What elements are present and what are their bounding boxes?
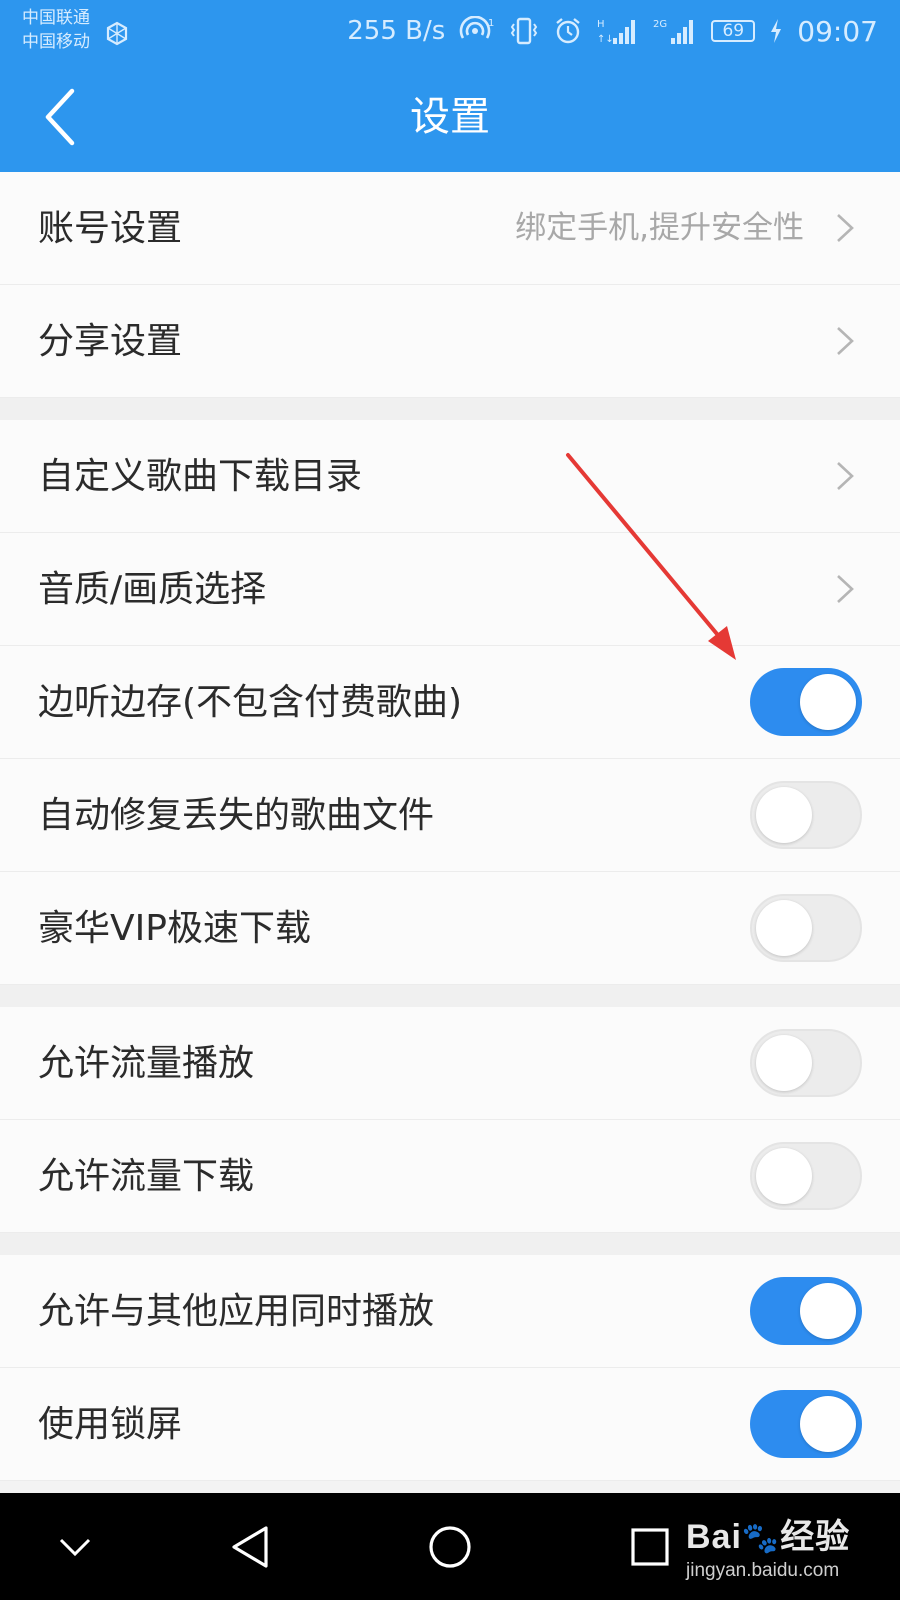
baidu-jingyan-watermark: Bai🐾经验 jingyan.baidu.com — [686, 1509, 850, 1582]
toggle-knob — [756, 787, 812, 843]
collapse-nav-button[interactable] — [25, 1493, 125, 1600]
chevron-right-icon — [837, 575, 854, 603]
setting-label: 允许流量播放 — [38, 1043, 255, 1084]
setting-row-mobile-data-play: 允许流量播放 — [0, 1007, 900, 1120]
watermark-url: jingyan.baidu.com — [686, 1560, 840, 1581]
setting-row-lock-screen: 使用锁屏 — [0, 1368, 900, 1481]
group-separator — [0, 398, 900, 420]
carrier-info: 中国联通 中国移动 — [22, 6, 90, 54]
group-separator — [0, 1233, 900, 1255]
setting-row-quality[interactable]: 音质/画质选择 — [0, 533, 900, 646]
chevron-right-icon — [837, 327, 854, 355]
setting-label: 分享设置 — [38, 321, 183, 362]
paw-icon: 🐾 — [741, 1522, 781, 1555]
settings-screen: 中国联通 中国移动 255 B/s 1 H ↑↓ 2G 69 09:07 设置 … — [0, 0, 900, 1600]
toggle-knob — [756, 1148, 812, 1204]
setting-row-mobile-data-download: 允许流量下载 — [0, 1120, 900, 1233]
carrier-2: 中国移动 — [22, 32, 90, 52]
watermark-brand: Bai🐾经验 — [686, 1509, 850, 1558]
setting-row-mix-with-others: 允许与其他应用同时播放 — [0, 1255, 900, 1368]
home-circle-icon — [429, 1525, 471, 1568]
toggle-knob — [800, 674, 856, 730]
setting-row-share[interactable]: 分享设置 — [0, 285, 900, 398]
charging-icon — [769, 18, 783, 44]
back-triangle-icon — [232, 1525, 268, 1568]
svg-text:2G: 2G — [653, 19, 667, 30]
network-speed: 255 B/s — [347, 16, 446, 46]
status-bar: 中国联通 中国移动 255 B/s 1 H ↑↓ 2G 69 09:07 — [0, 0, 900, 62]
setting-label: 允许与其他应用同时播放 — [38, 1291, 435, 1332]
setting-label: 豪华VIP极速下载 — [38, 908, 311, 949]
toggle-switch[interactable] — [750, 1390, 862, 1458]
battery-icon: 69 — [711, 20, 756, 42]
recents-nav-button[interactable] — [600, 1493, 700, 1600]
page-title: 设置 — [410, 94, 490, 140]
toggle-switch[interactable] — [750, 1277, 862, 1345]
setting-label: 音质/画质选择 — [38, 569, 267, 610]
setting-row-account[interactable]: 账号设置 绑定手机,提升安全性 — [0, 172, 900, 285]
watermark-brand-suffix: 经验 — [780, 1518, 851, 1556]
setting-label: 账号设置 — [38, 208, 183, 249]
setting-row-auto-repair: 自动修复丢失的歌曲文件 — [0, 759, 900, 872]
chevron-right-icon — [837, 462, 854, 490]
toggle-knob — [756, 1035, 812, 1091]
signal-4g-icon: H ↑↓ — [597, 16, 639, 46]
toggle-switch[interactable] — [750, 1142, 862, 1210]
setting-row-vip-download: 豪华VIP极速下载 — [0, 872, 900, 985]
alarm-icon — [553, 16, 583, 46]
svg-text:1: 1 — [488, 18, 494, 29]
setting-label: 自定义歌曲下载目录 — [38, 456, 363, 497]
vibrate-icon — [509, 16, 539, 46]
toggle-knob — [800, 1396, 856, 1452]
status-icons: 255 B/s 1 H ↑↓ 2G 69 09:07 — [347, 12, 878, 50]
header-bar: 设置 — [0, 62, 900, 172]
carrier-1: 中国联通 — [22, 8, 90, 28]
settings-list: 账号设置 绑定手机,提升安全性 分享设置 自定义歌曲下载目录 音质/画质选择 边… — [0, 172, 900, 1481]
battery-level: 69 — [722, 21, 745, 41]
toggle-switch[interactable] — [750, 781, 862, 849]
chevron-right-icon — [837, 214, 854, 242]
setting-label: 允许流量下载 — [38, 1156, 255, 1197]
setting-label: 边听边存(不包含付费歌曲) — [38, 682, 463, 723]
toggle-switch[interactable] — [750, 894, 862, 962]
back-nav-button[interactable] — [200, 1493, 300, 1600]
group-separator — [0, 985, 900, 1007]
setting-hint: 绑定手机,提升安全性 — [515, 210, 804, 246]
setting-label: 自动修复丢失的歌曲文件 — [38, 795, 435, 836]
toggle-switch[interactable] — [750, 1029, 862, 1097]
system-nav-bar: Bai🐾经验 jingyan.baidu.com — [0, 1493, 900, 1600]
collapse-chevron-icon — [59, 1538, 91, 1556]
toggle-switch[interactable] — [750, 668, 862, 736]
wifi-hotspot-icon: 1 — [459, 16, 495, 46]
clock: 09:07 — [797, 14, 878, 48]
signal-2g-icon: 2G — [653, 16, 697, 46]
toggle-knob — [756, 900, 812, 956]
setting-row-cache-while-playing: 边听边存(不包含付费歌曲) — [0, 646, 900, 759]
svg-text:↑↓: ↑↓ — [597, 34, 614, 45]
svg-text:H: H — [597, 19, 605, 30]
home-nav-button[interactable] — [400, 1493, 500, 1600]
toggle-knob — [800, 1283, 856, 1339]
setting-row-download-dir[interactable]: 自定义歌曲下载目录 — [0, 420, 900, 533]
recents-square-icon — [631, 1527, 669, 1566]
app-notification-icon — [106, 21, 128, 46]
setting-label: 使用锁屏 — [38, 1404, 183, 1445]
watermark-brand-bai: Bai — [686, 1518, 742, 1556]
